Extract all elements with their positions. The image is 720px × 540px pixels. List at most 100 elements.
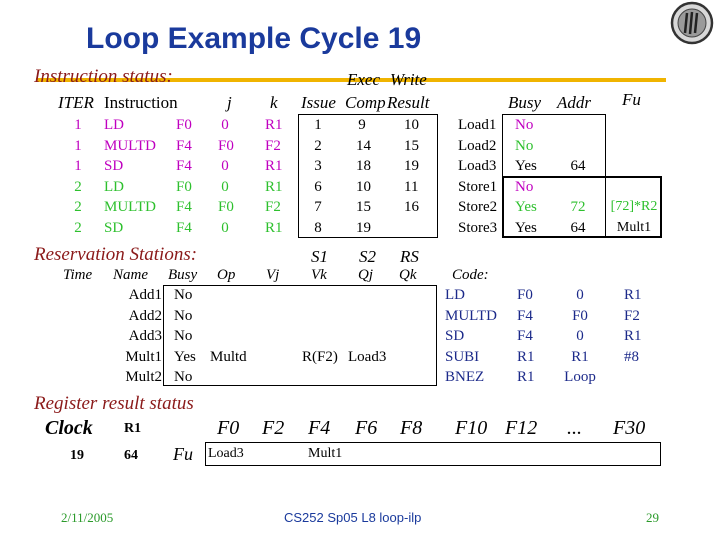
instruction-issue-cell: 2 (314, 137, 322, 154)
instruction-iter-cell: 2 (74, 219, 82, 236)
instruction-comp-cell: 15 (356, 199, 371, 215)
instruction-issue-cell: 6 (314, 178, 322, 195)
rs-name: Mult1 (125, 348, 162, 365)
instruction-result-cell: 10 (404, 117, 419, 133)
buffer-busy: Yes (515, 199, 537, 215)
exec-header: Exec (347, 70, 381, 89)
register-fu-value: Mult1 (308, 446, 343, 461)
buffer-name: Store2 (458, 199, 498, 215)
code-token: MULTD (445, 307, 497, 324)
buffer-busy: No (515, 137, 534, 154)
instruction-result-cell: 15 (404, 137, 419, 154)
code-token: R1 (624, 287, 642, 303)
instruction-dest-cell: F0 (176, 178, 192, 195)
instruction-issue-cell: 1 (314, 117, 322, 133)
instruction-j-cell: 0 (221, 219, 229, 236)
register-fu-value: Load3 (208, 446, 244, 461)
code-token: 0 (576, 287, 584, 303)
register-name: F2 (262, 417, 285, 439)
code-token: R1 (624, 328, 642, 344)
r1-value: 64 (124, 448, 138, 463)
instruction-j-cell: 0 (221, 158, 229, 174)
instruction-k-cell: R1 (265, 117, 283, 133)
rs-busy: No (174, 369, 193, 385)
code-token: SD (445, 328, 465, 344)
code-token: F0 (572, 307, 588, 324)
comp-header: Comp (345, 93, 386, 112)
buffer-addr: 64 (570, 158, 586, 174)
instruction-op-cell: LD (104, 178, 124, 195)
instruction-j-cell: F0 (218, 199, 234, 215)
clock-value: 19 (70, 448, 84, 463)
instruction-comp-cell: 9 (358, 117, 366, 133)
register-name: F4 (308, 417, 331, 439)
rs-busy: No (174, 287, 193, 303)
rs-op: Multd (210, 348, 247, 365)
buffer-name: Store1 (458, 178, 498, 195)
instruction-op-cell: SD (104, 219, 124, 236)
register-name: F0 (217, 417, 240, 439)
reservation-stations-box (163, 285, 437, 386)
instruction-k-cell: R1 (265, 219, 283, 236)
instruction-op-cell: MULTD (104, 137, 156, 154)
code-token: #8 (624, 348, 639, 365)
instruction-op-cell: LD (104, 117, 124, 133)
instruction-k-cell: F2 (265, 137, 281, 154)
instruction-j-cell: F0 (218, 137, 234, 154)
buffer-name: Load3 (458, 158, 497, 174)
fu-header: Fu (622, 90, 641, 109)
op-header: Op (217, 267, 236, 283)
code-token: F0 (517, 287, 533, 303)
register-name: F6 (355, 417, 378, 439)
rs-name: Add1 (128, 287, 162, 303)
instruction-j-cell: 0 (221, 178, 229, 195)
code-token: F2 (624, 307, 640, 324)
code-token: BNEZ (445, 369, 485, 385)
instruction-header: Instruction (104, 93, 178, 112)
code-token: R1 (517, 369, 535, 385)
buffer-busy: No (515, 117, 534, 133)
register-result-status-label: Register result status (34, 393, 194, 414)
instruction-k-cell: R1 (265, 158, 283, 174)
fu-row-label: Fu (173, 444, 193, 464)
s2-header: S2 (359, 247, 376, 266)
code-token: SUBI (445, 348, 480, 365)
rs-qj: Load3 (348, 348, 387, 365)
code-token: Loop (564, 369, 596, 385)
s1-header: S1 (311, 247, 328, 266)
buffer-fu: [72]*R2 (610, 199, 658, 214)
buffer-busy: Yes (515, 219, 537, 236)
register-name: F12 (505, 417, 538, 439)
slide-title: Loop Example Cycle 19 (86, 22, 422, 55)
instruction-k-cell: R1 (265, 178, 283, 195)
rs-busy: Yes (174, 348, 196, 365)
buffer-addr: 64 (570, 219, 586, 236)
instruction-status-label: Instruction status: (34, 66, 173, 87)
instruction-k-cell: F2 (265, 199, 281, 215)
result-header: Result (387, 93, 430, 112)
rs-vk: R(F2) (302, 348, 338, 365)
clock-label: Clock (45, 417, 93, 439)
instruction-iter-cell: 1 (74, 158, 82, 174)
buffer-busy: Yes (515, 158, 537, 174)
instruction-op-cell: SD (104, 158, 124, 174)
instruction-dest-cell: F4 (176, 158, 192, 174)
instruction-dest-cell: F4 (176, 219, 192, 236)
k-header: k (270, 93, 278, 112)
register-result-box (205, 442, 661, 466)
buffer-fu: Mult1 (616, 219, 652, 235)
qk-header: Qk (399, 267, 417, 283)
instruction-iter-cell: 2 (74, 199, 82, 215)
footer-date: 2/11/2005 (61, 510, 114, 525)
write-header: Write (390, 70, 427, 89)
r1-label: R1 (124, 421, 142, 436)
buffer-name: Load2 (458, 137, 497, 154)
buffer-busy: No (515, 178, 534, 195)
instruction-issue-cell: 3 (314, 158, 322, 174)
instruction-issue-cell: 8 (314, 219, 322, 236)
footer-page-number: 29 (646, 510, 659, 525)
instruction-comp-cell: 18 (356, 158, 371, 174)
instruction-iter-cell: 2 (74, 178, 82, 195)
instruction-iter-cell: 1 (74, 117, 82, 133)
instruction-op-cell: MULTD (104, 199, 156, 215)
